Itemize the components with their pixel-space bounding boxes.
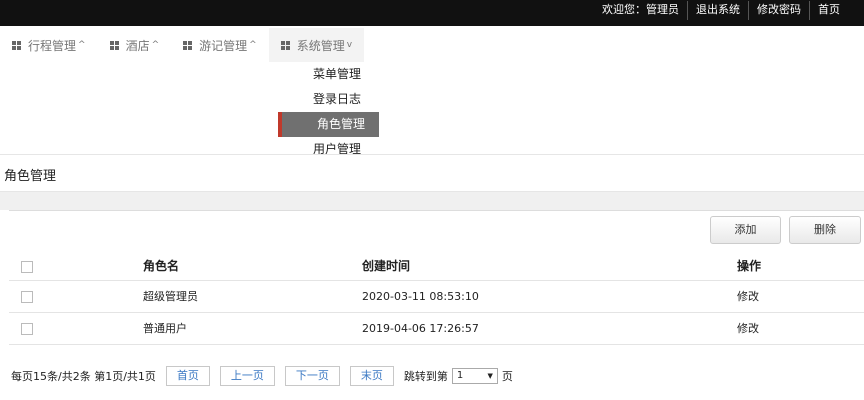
delete-button[interactable]: 删除 [789, 216, 861, 244]
chevron-down-icon: v [346, 40, 353, 50]
grid-icon [109, 40, 119, 50]
created-time: 2019-04-06 17:26:57 [362, 322, 479, 335]
welcome-text: 欢迎您：管理员 [602, 3, 679, 16]
chevron-up-icon: ^ [249, 40, 257, 50]
prev-page-button[interactable]: 上一页 [219, 366, 275, 386]
nav-label: 行程管理 [28, 38, 77, 53]
table-row: 普通用户 2019-04-06 17:26:57 修改 [9, 313, 864, 345]
jump-label: 跳转到第 [403, 370, 448, 383]
role-name: 超级管理员 [143, 290, 198, 303]
header-created-time: 创建时间 [362, 259, 411, 273]
table-header-row: 角色名 创建时间 操作 [9, 252, 864, 281]
role-table: 角色名 创建时间 操作 超级管理员 2020-03-11 08:53:10 修改… [9, 252, 864, 345]
logout-link[interactable]: 退出系统 [687, 1, 748, 20]
chevron-up-icon: ^ [78, 40, 86, 50]
page-select-value: 1 [456, 370, 464, 381]
divider-band [0, 192, 864, 210]
add-button[interactable]: 添加 [710, 216, 781, 244]
created-time: 2020-03-11 08:53:10 [362, 290, 479, 303]
jump-suffix: 页 [501, 370, 513, 383]
page-title-bar: 角色管理 [0, 154, 864, 192]
change-password-link[interactable]: 修改密码 [748, 1, 809, 20]
role-name: 普通用户 [143, 322, 187, 335]
nav-label: 系统管理 [296, 38, 345, 53]
grid-icon [12, 40, 21, 50]
page-select[interactable]: 1 ▼ [451, 368, 498, 384]
grid-icon [280, 40, 290, 50]
system-dropdown-menu: 菜单管理 登录日志 角色管理 用户管理 [278, 62, 379, 162]
nav-label: 游记管理 [199, 38, 248, 53]
nav-hotel[interactable]: 酒店 ^ [98, 28, 172, 62]
nav-trip-management[interactable]: 行程管理 ^ [0, 28, 98, 62]
nav-label: 酒店 [125, 38, 150, 53]
table-row: 超级管理员 2020-03-11 08:53:10 修改 [9, 281, 864, 313]
menu-item-login-log[interactable]: 登录日志 [278, 87, 379, 112]
menu-item-role-management[interactable]: 角色管理 [278, 112, 379, 137]
next-page-button[interactable]: 下一页 [284, 366, 340, 386]
home-link[interactable]: 首页 [809, 1, 848, 20]
header-operation: 操作 [737, 259, 762, 273]
nav-system-management[interactable]: 系统管理 v [268, 28, 365, 62]
pagination: 每页15条/共2条 第1页/共1页 首页 上一页 下一页 末页 跳转到第 1 ▼… [11, 366, 513, 386]
top-links: 欢迎您：管理员 退出系统 修改密码 首页 [594, 0, 848, 26]
menu-item-menu-management[interactable]: 菜单管理 [278, 62, 379, 87]
top-bar: 欢迎您：管理员 退出系统 修改密码 首页 [0, 0, 864, 26]
edit-link[interactable]: 修改 [737, 281, 759, 312]
last-page-button[interactable]: 末页 [349, 366, 394, 386]
pager-summary: 每页15条/共2条 第1页/共1页 [11, 370, 156, 383]
main-nav: 行程管理 ^ 酒店 ^ 游记管理 ^ 系统管理 v [0, 28, 365, 62]
edit-link[interactable]: 修改 [737, 313, 759, 344]
page-title: 角色管理 [4, 169, 57, 184]
select-all-checkbox[interactable] [21, 261, 33, 273]
chevron-up-icon: ^ [151, 40, 160, 50]
dropdown-arrow-icon: ▼ [487, 372, 493, 380]
row-checkbox[interactable] [21, 291, 33, 303]
row-checkbox[interactable] [21, 323, 33, 335]
nav-travelogue-management[interactable]: 游记管理 ^ [171, 28, 269, 62]
first-page-button[interactable]: 首页 [165, 366, 210, 386]
header-role-name: 角色名 [143, 259, 180, 273]
grid-icon [183, 40, 193, 50]
